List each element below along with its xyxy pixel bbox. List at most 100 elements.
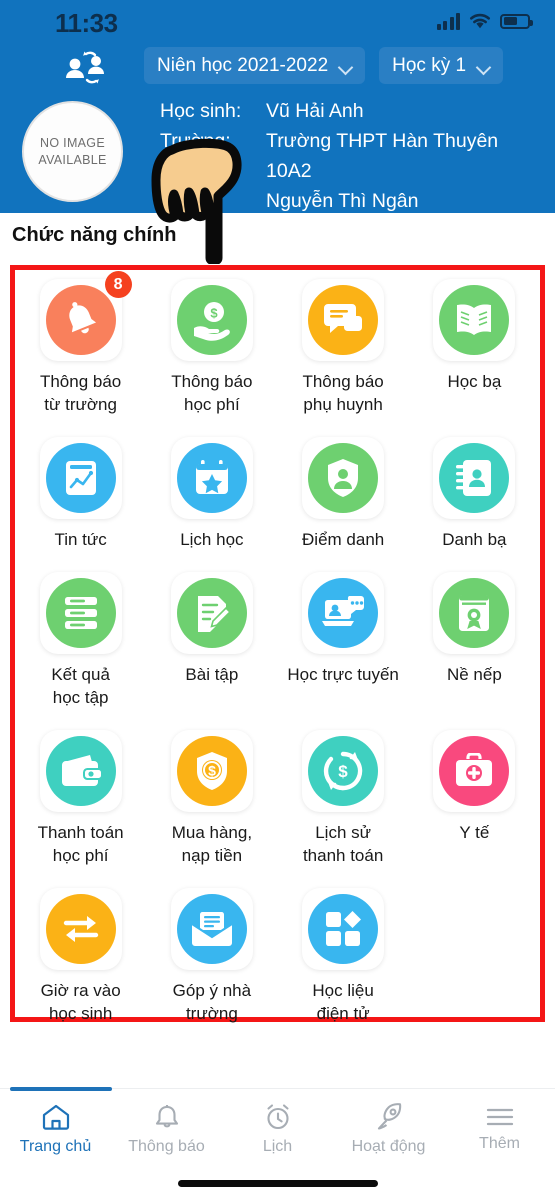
grid-item[interactable]: Điểm danh (278, 428, 409, 551)
grid-item[interactable]: Góp ý nhà trường (146, 879, 277, 1025)
grid-item-label-line-1: Thông báo (171, 372, 253, 391)
grid-item-label-line-1: Thông báo (302, 372, 384, 391)
grid-item-tile[interactable]: $ (170, 730, 253, 812)
grid-item-label: Thông báo từ trường (40, 370, 121, 416)
certificate-icon (439, 578, 510, 648)
tab-home[interactable]: Trang chủ (0, 1089, 111, 1169)
tab-alarm-clock[interactable]: Lịch (222, 1089, 333, 1169)
grid-item-tile[interactable]: $ (170, 279, 253, 361)
school-year-label: Niên học 2021-2022 (157, 54, 329, 76)
tab-hamburger-menu[interactable]: Thêm (444, 1089, 555, 1169)
grid-item-label-line-1: Học trực tuyến (287, 665, 399, 684)
grid-item-tile[interactable] (39, 888, 122, 970)
grid-item[interactable]: Tin tức (15, 428, 146, 551)
grid-item-label-line-2: học phí (183, 395, 240, 414)
bell-outline-icon (154, 1103, 180, 1131)
grid-item-tile[interactable] (170, 437, 253, 519)
rocket-icon (375, 1102, 403, 1131)
avatar[interactable]: NO IMAGE AVAILABLE (22, 101, 123, 202)
app-screen: 11:33 Niên học 2021-2022 Học kỳ 1 NO IMA… (0, 0, 555, 1200)
tab-label: Trang chủ (19, 1137, 92, 1155)
student-label: Học sinh: (160, 100, 242, 122)
grid-item[interactable]: 8 Thông báo từ trường (15, 270, 146, 416)
grid-item[interactable]: Học bạ (409, 270, 540, 416)
svg-text:$: $ (338, 762, 348, 781)
grid-item-tile[interactable] (433, 572, 516, 654)
notification-badge: 8 (104, 271, 132, 298)
grid-item-label-line-1: Kết quả (51, 665, 110, 684)
chat-bubble-icon (308, 285, 379, 355)
grid-item-tile[interactable] (433, 437, 516, 519)
grid-item[interactable]: Y tế (409, 721, 540, 867)
grid-item-label-line-1: Điểm danh (302, 530, 385, 549)
grid-item-label-line-1: Thông báo (39, 372, 122, 391)
grid-item[interactable]: Bài tập (146, 563, 277, 709)
grid-item-label-line-1: Học bạ (447, 372, 502, 391)
grid-item[interactable]: Kết quả học tập (15, 563, 146, 709)
grid-item-tile[interactable] (170, 572, 253, 654)
grid-item[interactable]: Lịch học (146, 428, 277, 551)
grid-item-label: Thông báo học phí (171, 370, 252, 416)
grid-item-label-line-1: Góp ý nhà (172, 981, 252, 1000)
battery-icon (500, 13, 533, 29)
grid-item[interactable]: Thanh toán học phí (15, 721, 146, 867)
grid-item-label-line-2: từ trường (44, 395, 117, 414)
grid-item-label-line-2: trường (185, 1004, 238, 1023)
hamburger-menu-icon (486, 1106, 514, 1128)
shield-dollar-icon: $ (176, 736, 247, 806)
grid-item[interactable]: Học liệu điện tử (278, 879, 409, 1025)
app-header: 11:33 Niên học 2021-2022 Học kỳ 1 NO IMA… (0, 0, 555, 213)
grid-item-label-line-1: Mua hàng, (171, 823, 253, 842)
grid-item-tile[interactable] (39, 437, 122, 519)
tab-bell-outline[interactable]: Thông báo (111, 1089, 222, 1169)
school-name: Trường THPT Hàn Thuyên (266, 130, 499, 152)
grid-item-label: Tin tức (54, 528, 106, 551)
grid-item[interactable]: $ Thông báo học phí (146, 270, 277, 416)
transfer-arrows-icon (45, 894, 116, 964)
grid-item-tile[interactable] (433, 730, 516, 812)
status-bar: 11:33 (0, 0, 555, 42)
tab-label: Lịch (262, 1137, 293, 1155)
grid-item-tile[interactable] (302, 437, 385, 519)
grid-item-label: Điểm danh (302, 528, 384, 551)
main-functions-grid: 8 Thông báo từ trường $ Thông báo học ph… (15, 270, 540, 1025)
svg-text:$: $ (210, 306, 218, 321)
grid-item-label-line-1: Thanh toán (37, 823, 124, 842)
grid-item[interactable]: Học trực tuyến (278, 563, 409, 709)
bell-icon (45, 285, 116, 355)
header-filters: Niên học 2021-2022 Học kỳ 1 (144, 47, 504, 84)
grid-item-tile[interactable] (302, 888, 385, 970)
grid-item-label: Kết quả học tập (51, 663, 110, 709)
grid-item-tile[interactable] (170, 888, 253, 970)
grid-item[interactable]: $ Lịch sử thanh toán (278, 721, 409, 867)
grid-item-tile[interactable] (302, 279, 385, 361)
grid-item-tile[interactable]: $ (302, 730, 385, 812)
grid-item[interactable]: Giờ ra vào học sinh (15, 879, 146, 1025)
homework-pencil-icon (176, 578, 247, 648)
grid-item-tile[interactable] (302, 572, 385, 654)
tab-label: Thông báo (128, 1137, 205, 1155)
grid-item[interactable]: Nề nếp (409, 563, 540, 709)
school-year-dropdown[interactable]: Niên học 2021-2022 (144, 47, 366, 84)
section-title: Chức năng chính (12, 224, 177, 246)
switch-students-icon[interactable] (62, 48, 108, 86)
grid-item-tile[interactable] (39, 572, 122, 654)
grid-item[interactable]: Thông báo phụ huynh (278, 270, 409, 416)
svg-text:$: $ (208, 763, 216, 779)
grid-item-label: Y tế (459, 821, 489, 844)
grid-item-tile[interactable]: 8 (39, 271, 132, 361)
grid-item-label-line-2: nạp tiền (181, 846, 243, 865)
grid-item-tile[interactable] (39, 730, 122, 812)
grid-item-label-line-2: thanh toán (302, 846, 384, 865)
hand-money-icon: $ (176, 285, 247, 355)
avatar-line-2: AVAILABLE (38, 152, 107, 167)
grid-item[interactable]: Danh bạ (409, 428, 540, 551)
grid-item[interactable]: $ Mua hàng, nạp tiền (146, 721, 277, 867)
grid-item-label: Lịch học (180, 528, 243, 551)
semester-dropdown[interactable]: Học kỳ 1 (379, 47, 504, 84)
medical-kit-icon (439, 736, 510, 806)
grid-item-tile[interactable] (433, 279, 516, 361)
grid-item-label: Học liệu điện tử (312, 979, 373, 1025)
tab-rocket[interactable]: Hoạt động (333, 1089, 444, 1169)
wallet-icon (45, 736, 116, 806)
